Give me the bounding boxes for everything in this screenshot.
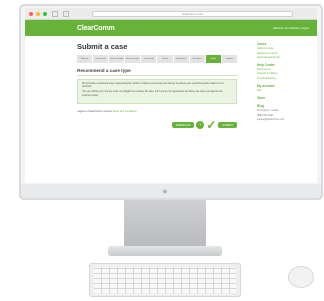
sidebar-heading-cases: Cases — [257, 42, 267, 46]
sidebar-heading-blog[interactable]: Blog — [257, 104, 313, 108]
address-bar[interactable]: clearcomm.com — [92, 10, 293, 17]
forward-icon[interactable] — [63, 10, 69, 17]
info-paragraph: We'll propose a treatment setup represen… — [82, 83, 224, 89]
sidebar-link[interactable]: Troubleshooting — [257, 77, 313, 80]
monitor-stand-base — [108, 246, 222, 256]
step-tab[interactable]: Service Calendar — [109, 55, 125, 63]
welcome-text[interactable]: Welcome, Kim Sanders | Logout — [273, 27, 309, 30]
previous-arrow-icon[interactable]: ‹ — [196, 120, 205, 129]
terms-agreement[interactable]: I agree to ClearComm's current Terms and… — [77, 110, 237, 113]
support-phone: (888) 321-3221 — [257, 113, 274, 117]
step-tab[interactable]: Contact Info — [141, 55, 157, 63]
agree-text: I agree to ClearComm's current — [77, 109, 112, 113]
step-progress: Welcome Case Details Service Calendar Se… — [77, 55, 237, 63]
info-paragraph: You pay nothing now. You are under no ob… — [82, 91, 223, 97]
sidebar-link[interactable]: Approval setups (3) — [257, 56, 313, 59]
desktop-scene: ● clearcomm.com ClearComm Welcome, Kim S… — [0, 0, 324, 301]
keyboard — [89, 263, 241, 297]
keyboard-keys — [94, 267, 236, 293]
checkmark-icon: ✓ — [206, 117, 217, 132]
step-tab[interactable]: Review — [157, 55, 173, 63]
brand-logo[interactable]: ClearComm — [77, 25, 115, 32]
support-email[interactable]: support@clearcomm.com — [257, 118, 313, 121]
screen: clearcomm.com ClearComm Welcome, Kim San… — [25, 8, 317, 183]
support-title: For support, contact: — [257, 109, 279, 113]
close-window-icon[interactable] — [29, 11, 33, 16]
main-content: Submit a case Welcome Case Details Servi… — [77, 36, 237, 183]
sidebar-link[interactable]: Submit a case — [257, 47, 313, 50]
sidebar-link[interactable]: Documents — [257, 68, 313, 71]
previous-button[interactable]: PREVIOUS — [171, 121, 195, 128]
step-tab[interactable]: Welcome — [77, 55, 93, 63]
sidebar-link[interactable]: Support & Videos — [257, 72, 313, 75]
minimize-window-icon[interactable] — [36, 11, 40, 16]
step-tab[interactable]: Confirmation — [173, 55, 189, 63]
terms-link[interactable]: Terms and Conditions — [112, 110, 136, 113]
section-title: Recommend a case type — [77, 68, 237, 76]
browser-toolbar: clearcomm.com — [25, 8, 317, 20]
mouse — [288, 266, 314, 288]
step-tab[interactable]: Submit — [205, 55, 221, 63]
monitor-stand — [124, 200, 206, 248]
apple-logo-icon: ● — [162, 186, 168, 196]
submit-button[interactable]: SUBMIT — [218, 121, 237, 128]
sidebar-heading-store[interactable]: Store — [257, 96, 313, 100]
form-actions: PREVIOUS ‹ ✓ SUBMIT — [77, 117, 237, 132]
step-tab[interactable]: Case Details — [93, 55, 109, 63]
page-title: Submit a case — [77, 42, 128, 51]
sidebar-link[interactable]: Request a rescan — [257, 52, 313, 55]
maximize-window-icon[interactable] — [43, 11, 47, 16]
back-icon[interactable] — [52, 10, 58, 17]
sidebar-link[interactable]: Edit — [257, 89, 313, 92]
sidebar-heading-help: Help Center — [257, 62, 275, 67]
step-tab[interactable]: Complete — [221, 55, 237, 63]
monitor-chin — [19, 184, 323, 200]
info-box: We'll propose a treatment setup represen… — [77, 79, 237, 104]
site-header: ClearComm Welcome, Kim Sanders | Logout — [25, 20, 317, 36]
sidebar: Cases Submit a case Request a rescan App… — [257, 38, 313, 121]
step-tab[interactable]: Next Steps — [189, 55, 205, 63]
step-tab[interactable]: Service Location — [125, 55, 141, 63]
sidebar-heading-account: My account — [257, 83, 275, 88]
